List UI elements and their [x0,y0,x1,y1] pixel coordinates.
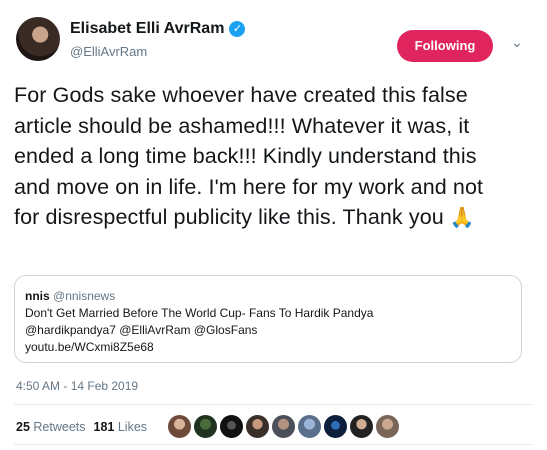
divider [14,404,532,405]
liker-avatar[interactable] [349,414,374,439]
likes-count: 181 [93,420,115,434]
tweet-timestamp[interactable]: 4:50 AM - 14 Feb 2019 [16,379,138,393]
likes-stat[interactable]: 181 Likes [94,420,148,434]
quote-line-1: Don't Get Married Before The World Cup- … [25,306,374,320]
divider [14,444,532,445]
liker-avatar[interactable] [245,414,270,439]
quote-line-2: @hardikpandya7 @ElliAvrRam @GlosFans [25,323,258,337]
retweets-count: 25 [16,420,30,434]
likes-label: Likes [117,420,148,434]
engagement-stats: 25 Retweets 181 Likes [16,420,147,434]
retweets-label: Retweets [33,420,86,434]
quote-author-name: nnis [25,289,50,303]
quoted-tweet[interactable]: nnis @nnisnews Don't Get Married Before … [14,275,522,363]
liker-avatars [167,414,401,439]
chevron-down-icon[interactable]: ⌄ [508,34,526,51]
author-name-row: Elisabet Elli AvrRam ✓ [70,20,246,38]
following-button[interactable]: Following [397,30,493,62]
liker-avatar[interactable] [323,414,348,439]
tweet-text: For Gods sake whoever have created this … [14,80,484,234]
retweets-stat[interactable]: 25 Retweets [16,420,86,434]
praying-hands-icon: 🙏 [449,207,475,229]
liker-avatar[interactable] [297,414,322,439]
author-handle[interactable]: @ElliAvrRam [70,44,147,59]
avatar[interactable] [16,17,60,61]
tweet-body: For Gods sake whoever have created this … [14,83,484,229]
liker-avatar[interactable] [219,414,244,439]
quote-author-handle: @nnisnews [53,289,116,303]
verified-badge-icon: ✓ [229,21,246,37]
liker-avatar[interactable] [193,414,218,439]
liker-avatar[interactable] [167,414,192,439]
author-name[interactable]: Elisabet Elli AvrRam [70,20,224,38]
quote-line-3: youtu.be/WCxmi8Z5e68 [25,340,154,354]
liker-avatar[interactable] [375,414,400,439]
liker-avatar[interactable] [271,414,296,439]
